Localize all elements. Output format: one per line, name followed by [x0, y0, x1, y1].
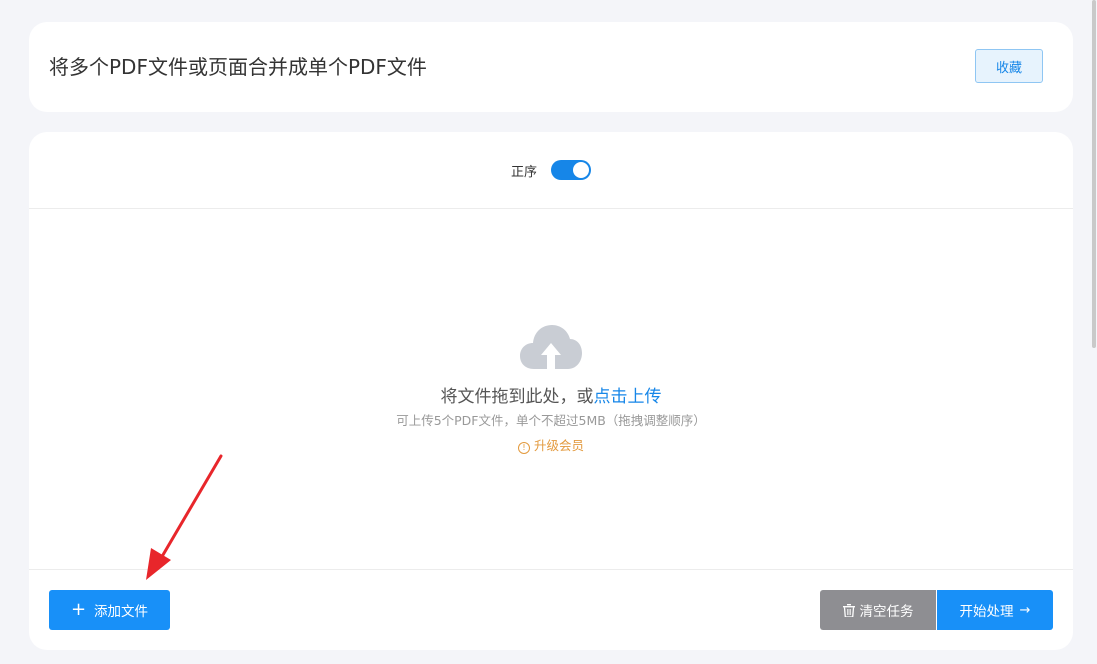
- upgrade-link[interactable]: ! 升级会员: [29, 435, 1073, 454]
- toggle-knob: [573, 162, 589, 178]
- header-card: 将多个PDF文件或页面合并成单个PDF文件 收藏: [29, 22, 1073, 112]
- trash-icon: [842, 603, 855, 617]
- start-processing-button[interactable]: 开始处理 →: [937, 590, 1053, 630]
- order-row: 正序: [29, 132, 1073, 209]
- upload-hint: 可上传5个PDF文件，单个不超过5MB（拖拽调整顺序）: [396, 413, 706, 428]
- footer-divider: [29, 569, 1073, 570]
- plus-icon: +: [70, 599, 87, 620]
- order-label: 正序: [510, 164, 537, 180]
- scrollbar-thumb[interactable]: [1092, 0, 1096, 348]
- page-title: 将多个PDF文件或页面合并成单个PDF文件: [49, 55, 427, 79]
- clear-tasks-button[interactable]: 清空任务: [820, 590, 936, 630]
- warning-circle-icon: !: [517, 442, 530, 454]
- arrow-right-icon: →: [1019, 602, 1031, 618]
- order-toggle[interactable]: [551, 160, 591, 180]
- start-processing-label: 开始处理: [959, 604, 1014, 620]
- upload-link[interactable]: 点击上传: [594, 387, 662, 407]
- add-file-button[interactable]: + 添加文件: [49, 590, 170, 630]
- add-file-label: 添加文件: [94, 604, 149, 620]
- cloud-upload-icon: [520, 325, 582, 369]
- scrollbar[interactable]: [1091, 0, 1097, 348]
- upgrade-label: 升级会员: [533, 438, 584, 453]
- clear-tasks-label: 清空任务: [859, 604, 914, 620]
- upload-card: 正序 将文件拖到此处，或点击上传 可上传5个PDF文件，单个不超过5MB（拖拽调…: [29, 132, 1073, 650]
- drop-text: 将文件拖到此处，或点击上传: [29, 382, 1073, 407]
- favorite-button[interactable]: 收藏: [975, 49, 1043, 83]
- drop-text-prefix: 将文件拖到此处，或: [440, 387, 594, 407]
- drop-zone[interactable]: 将文件拖到此处，或点击上传 可上传5个PDF文件，单个不超过5MB（拖拽调整顺序…: [29, 209, 1073, 569]
